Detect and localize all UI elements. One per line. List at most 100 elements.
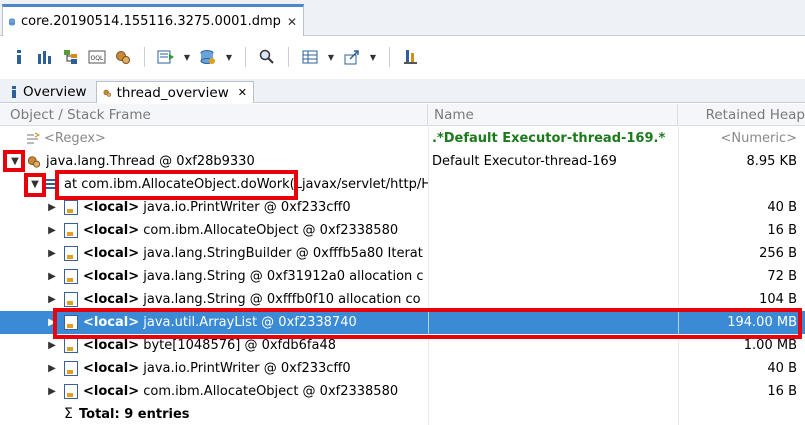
local-keyword: <local> — [83, 384, 140, 399]
object-icon — [64, 384, 78, 399]
editor-tab-dump[interactable]: core.20190514.155116.3275.0001.dmp ✕ — [2, 4, 304, 36]
thread-overview-icon[interactable] — [112, 46, 134, 68]
column-divider — [678, 311, 679, 334]
regex-filter-icon — [27, 132, 40, 144]
column-header-retained-heap[interactable]: Retained Heap — [678, 104, 805, 126]
filter-object-input[interactable]: <Regex> — [44, 127, 106, 150]
table-row[interactable]: ▶ <local> java.io.PrintWriter @ 0xf233cf… — [0, 196, 805, 219]
table-header: Object / Stack Frame Name Retained Heap — [0, 104, 805, 126]
filter-name-input[interactable]: .*Default Executor-thread-169.* — [432, 127, 676, 150]
column-divider — [428, 334, 429, 357]
table-body: <Regex> .*Default Executor-thread-169.* … — [0, 127, 805, 425]
object-icon — [64, 200, 78, 215]
thread-icon — [27, 156, 41, 168]
column-divider — [428, 242, 429, 265]
column-divider — [428, 127, 429, 150]
stack-frame-row[interactable]: ▼ at com.ibm.AllocateObject.doWork(Ljava… — [0, 173, 805, 196]
object-icon — [64, 246, 78, 261]
info-icon[interactable] — [8, 46, 30, 68]
column-divider — [678, 357, 679, 380]
retained-heap-value: 104 B — [759, 292, 797, 307]
chevron-down-icon[interactable]: ▼ — [325, 53, 337, 62]
editor-tabbar: core.20190514.155116.3275.0001.dmp ✕ — [0, 0, 805, 36]
expand-toggle-icon[interactable]: ▶ — [45, 334, 59, 357]
export-icon[interactable] — [341, 46, 363, 68]
column-divider — [678, 242, 679, 265]
table-row[interactable]: ▼ java.lang.Thread @ 0xf28b9330 Default … — [0, 150, 805, 173]
retained-heap-value: 16 B — [767, 384, 797, 399]
table-row-selected[interactable]: ▶ <local> java.util.ArrayList @ 0xf23387… — [0, 311, 805, 334]
toolbar-separator — [389, 47, 390, 67]
svg-text:OQL: OQL — [91, 55, 104, 62]
column-header-name[interactable]: Name — [428, 104, 678, 126]
table-row[interactable]: ▶ <local> java.lang.StringBuilder @ 0xff… — [0, 242, 805, 265]
tab-overview-label: Overview — [23, 84, 87, 100]
query-browser-icon[interactable] — [155, 46, 177, 68]
column-header-object[interactable]: Object / Stack Frame — [0, 104, 428, 126]
tab-overview[interactable]: Overview — [4, 81, 94, 103]
local-keyword: <local> — [83, 269, 140, 284]
close-icon[interactable]: ✕ — [287, 15, 297, 29]
info-icon — [12, 86, 16, 98]
object-icon — [64, 361, 78, 376]
column-divider — [678, 288, 679, 311]
expand-toggle-icon[interactable]: ▶ — [45, 242, 59, 265]
expand-toggle-icon[interactable]: ▼ — [8, 150, 22, 173]
expand-toggle-icon[interactable]: ▶ — [45, 311, 59, 334]
retained-heap-value: 16 B — [767, 223, 797, 238]
object-label: java.lang.StringBuilder @ 0xfffb5a80 Ite… — [139, 246, 423, 261]
local-keyword: <local> — [83, 223, 140, 238]
column-divider — [428, 357, 429, 380]
chevron-down-icon[interactable]: ▼ — [223, 53, 235, 62]
toolbar: OQL ▼ ▼ ▼ ▼ — [0, 37, 805, 77]
column-divider — [678, 219, 679, 242]
chevron-down-icon[interactable]: ▼ — [367, 53, 379, 62]
array-icon — [64, 338, 78, 353]
filter-heap-input[interactable]: <Numeric> — [680, 127, 797, 150]
object-label: byte[1048576] @ 0xfdb6fa48 — [139, 338, 336, 353]
table-row[interactable]: ▶ <local> byte[1048576] @ 0xfdb6fa48 1.0… — [0, 334, 805, 357]
column-divider — [428, 403, 429, 425]
table-row[interactable]: ▶ <local> java.lang.String @ 0xfffb0f10 … — [0, 288, 805, 311]
table-icon[interactable] — [299, 46, 321, 68]
stack-frame-label: at com.ibm.AllocateObject.doWork(Ljavax/… — [64, 177, 428, 192]
expand-toggle-icon[interactable]: ▶ — [45, 219, 59, 242]
sigma-icon: Σ — [64, 406, 73, 422]
toolbar-separator — [288, 47, 289, 67]
expand-toggle-icon[interactable]: ▶ — [45, 380, 59, 403]
column-divider — [428, 196, 429, 219]
histogram-icon[interactable] — [34, 46, 56, 68]
expand-toggle-icon[interactable]: ▼ — [28, 173, 42, 196]
toolbar-separator — [144, 47, 145, 67]
close-icon[interactable]: ✕ — [238, 86, 247, 99]
retained-heap-value: 72 B — [767, 269, 797, 284]
expand-toggle-icon[interactable]: ▶ — [45, 357, 59, 380]
column-divider — [678, 127, 679, 150]
table-row[interactable]: ▶ <local> com.ibm.AllocateObject @ 0xf23… — [0, 380, 805, 403]
thread-overview-icon — [103, 89, 112, 97]
column-divider — [428, 150, 429, 173]
retained-heap-value: 1.00 MB — [743, 338, 797, 353]
table-row[interactable]: ▶ <local> com.ibm.AllocateObject @ 0xf23… — [0, 219, 805, 242]
retained-heap-value: 256 B — [759, 246, 797, 261]
heap-dump-icon[interactable] — [197, 46, 219, 68]
pin-icon[interactable] — [400, 46, 422, 68]
filter-row[interactable]: <Regex> .*Default Executor-thread-169.* … — [0, 127, 805, 150]
tab-thread-overview[interactable]: thread_overview ✕ — [96, 81, 254, 103]
expand-toggle-icon[interactable]: ▶ — [45, 288, 59, 311]
object-label: java.io.PrintWriter @ 0xf233cff0 — [139, 361, 351, 376]
object-label: java.lang.String @ 0xf31912a0 allocation… — [139, 269, 424, 284]
search-icon[interactable] — [256, 46, 278, 68]
heap-dump-file-icon — [9, 18, 15, 25]
expand-toggle-icon[interactable]: ▶ — [45, 265, 59, 288]
total-label: Total: 9 entries — [79, 407, 190, 422]
object-label: java.util.ArrayList @ 0xf2338740 — [139, 315, 357, 330]
chevron-down-icon[interactable]: ▼ — [181, 53, 193, 62]
dominator-tree-icon[interactable] — [60, 46, 82, 68]
table-row[interactable]: ▶ <local> java.io.PrintWriter @ 0xf233cf… — [0, 357, 805, 380]
retained-heap-value: 8.95 KB — [746, 154, 797, 169]
table-row[interactable]: ▶ <local> java.lang.String @ 0xf31912a0 … — [0, 265, 805, 288]
expand-toggle-icon[interactable]: ▶ — [45, 196, 59, 219]
oql-icon[interactable]: OQL — [86, 46, 108, 68]
column-divider — [428, 311, 429, 334]
